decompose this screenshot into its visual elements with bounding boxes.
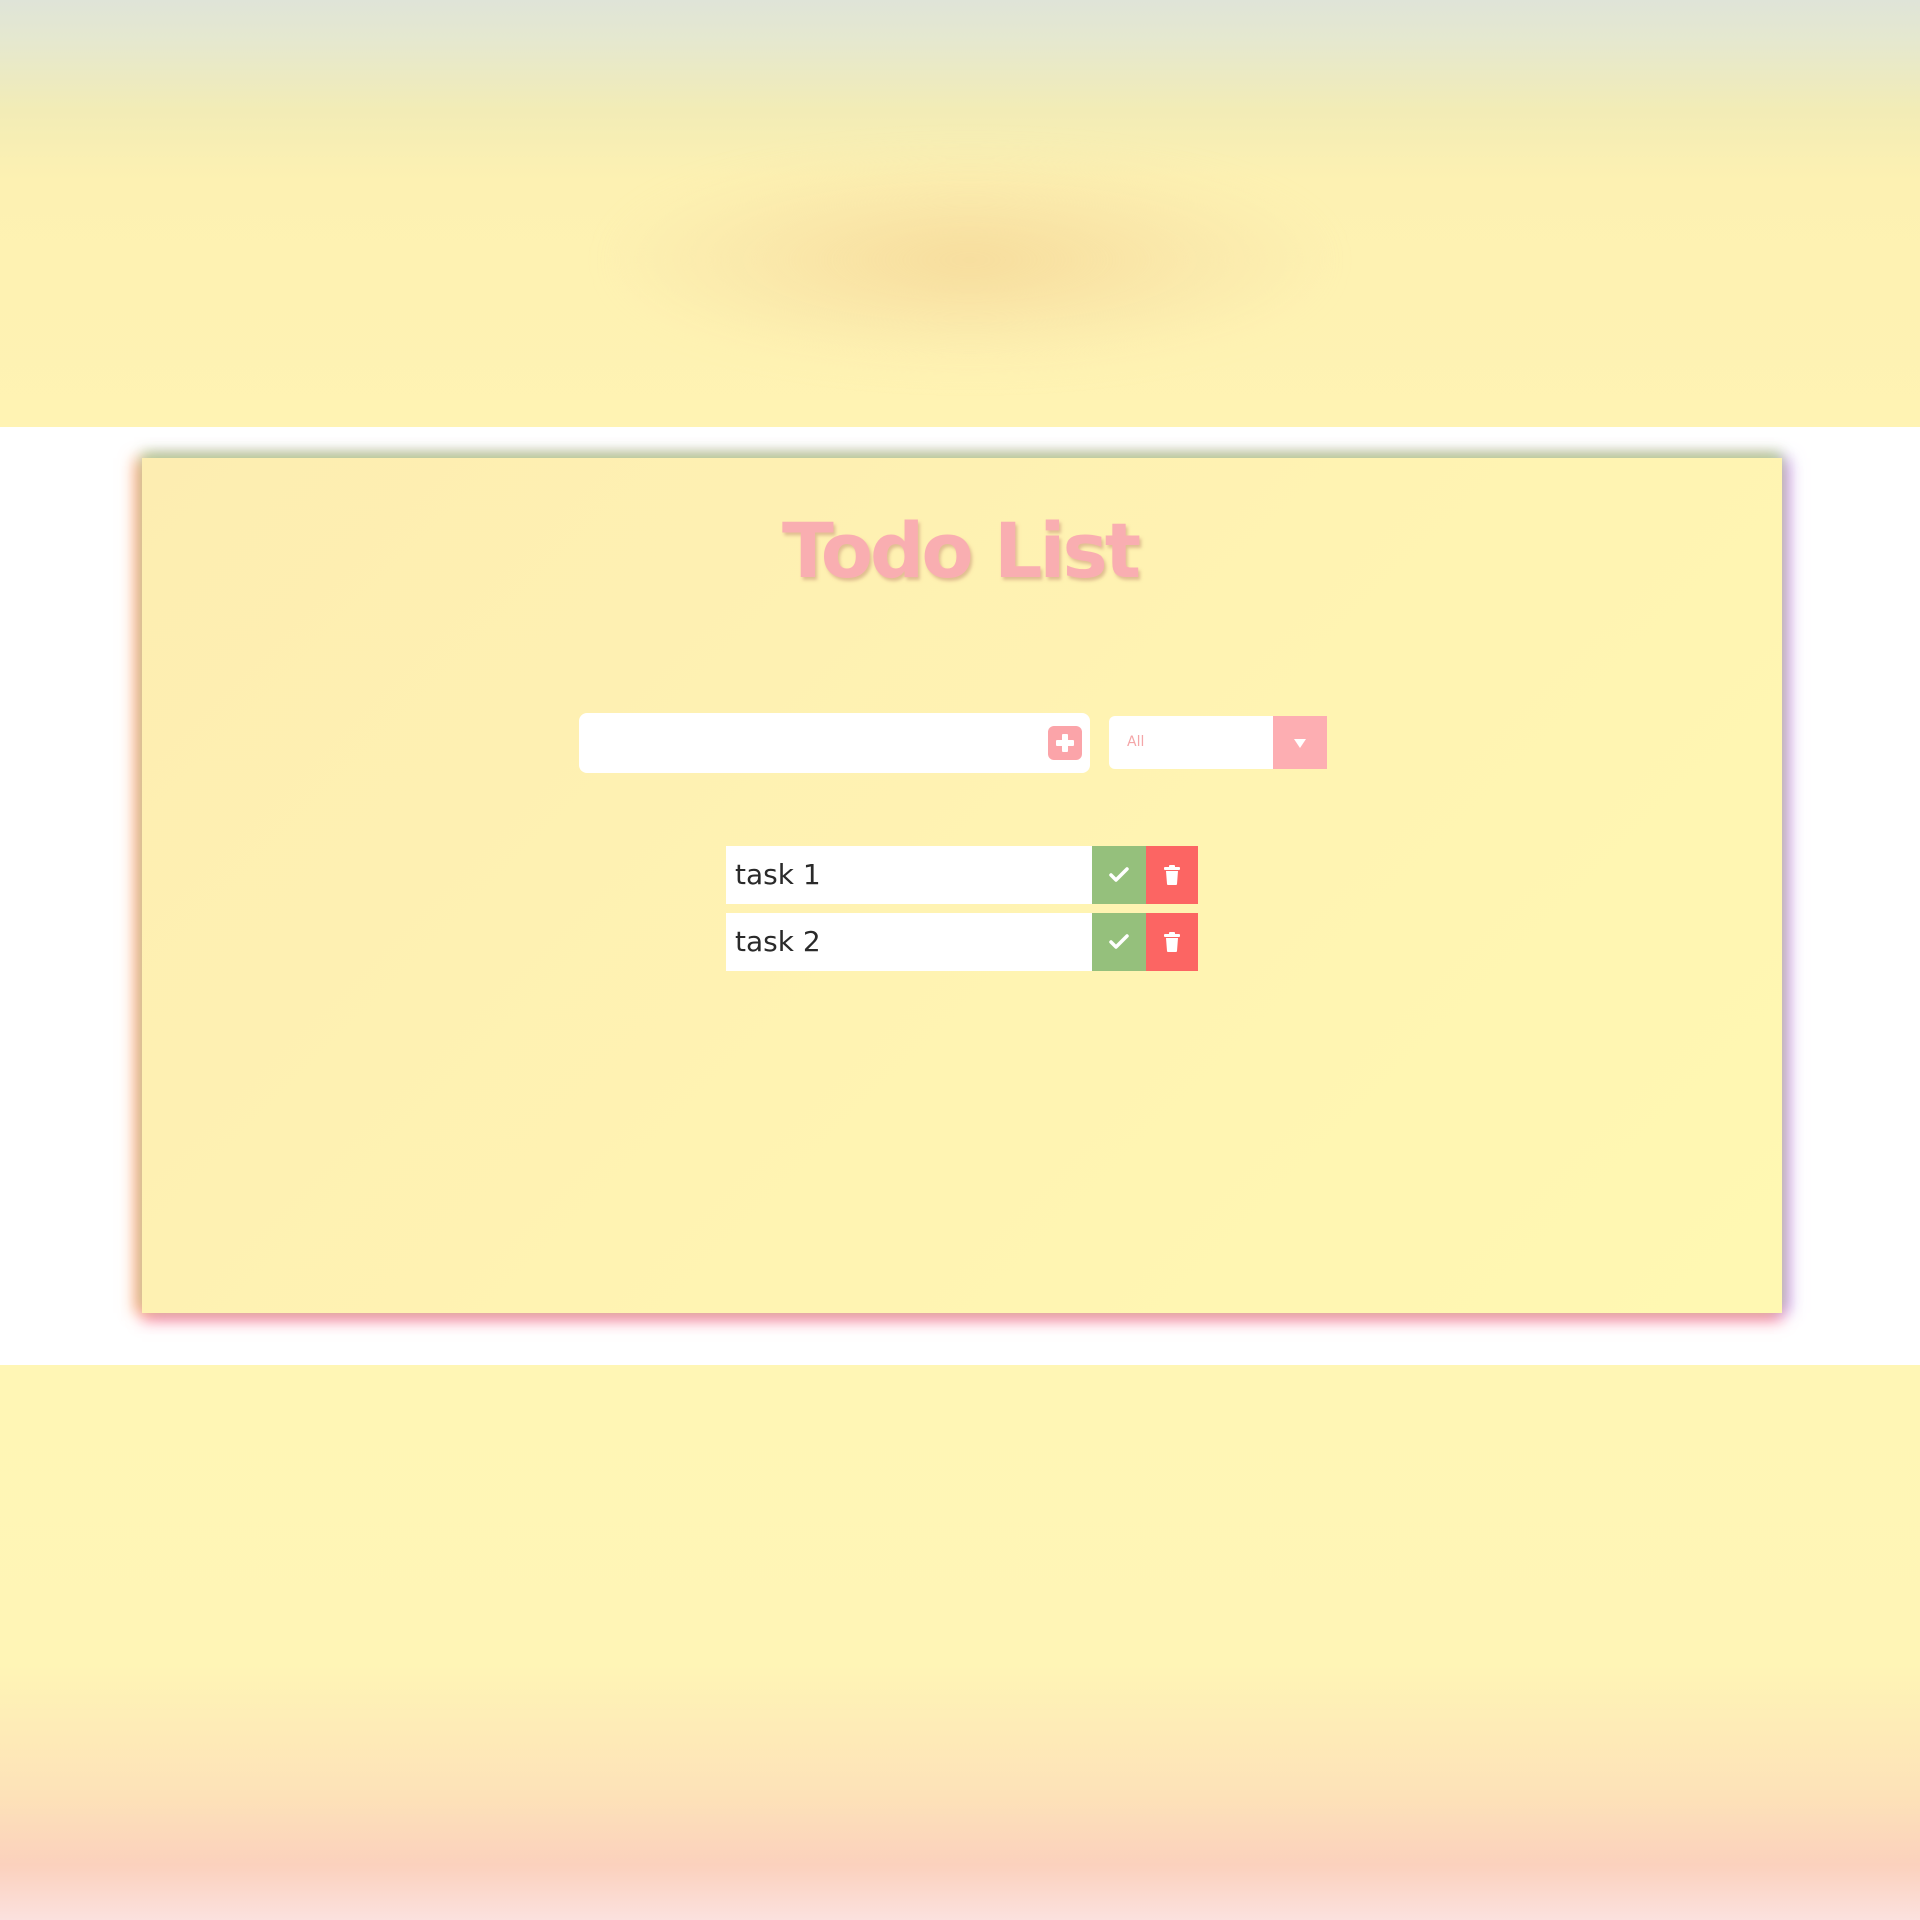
delete-button[interactable] [1146, 846, 1198, 904]
complete-button[interactable] [1092, 913, 1146, 971]
background-bottom [0, 1365, 1920, 1920]
todo-text: task 2 [726, 913, 1092, 971]
todo-text: task 1 [726, 846, 1092, 904]
check-icon [1109, 934, 1129, 949]
todo-input[interactable] [579, 713, 1019, 773]
trash-icon [1164, 865, 1180, 885]
page-title: Todo List [781, 506, 1141, 595]
add-todo-form [579, 713, 1090, 773]
add-todo-button[interactable] [1048, 726, 1082, 760]
page: Todo List All task 1 task 2 [0, 0, 1920, 1920]
background-top [0, 0, 1920, 427]
todo-list: task 1 task 2 [726, 846, 1198, 980]
delete-button[interactable] [1146, 913, 1198, 971]
filter-selected-value: All [1127, 734, 1145, 750]
check-icon [1109, 867, 1129, 882]
complete-button[interactable] [1092, 846, 1146, 904]
todo-item: task 1 [726, 846, 1198, 904]
background-blur [620, 160, 1320, 360]
trash-icon [1164, 932, 1180, 952]
triangle-down-icon [1294, 738, 1306, 748]
plus-square-icon [1056, 734, 1074, 752]
todo-item: task 2 [726, 913, 1198, 971]
filter-dropdown-button[interactable] [1273, 716, 1327, 769]
